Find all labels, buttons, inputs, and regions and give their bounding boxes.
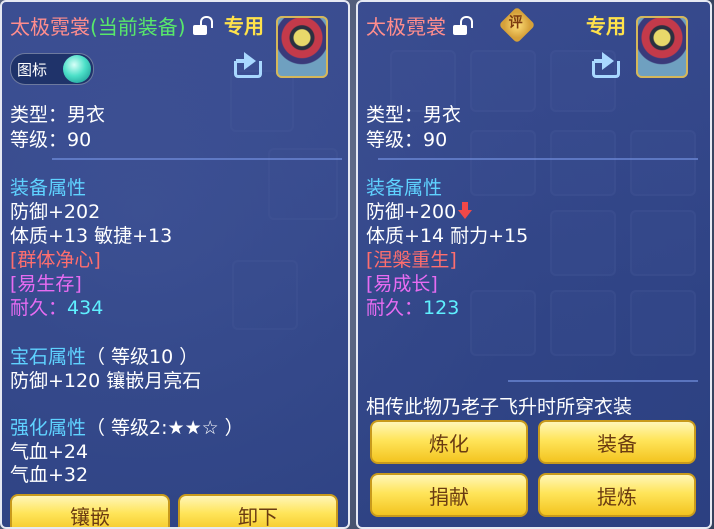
item-type: 类型：男衣 xyxy=(10,104,106,126)
durability-value: 123 xyxy=(423,297,460,319)
special-effect: [涅槃重生] xyxy=(366,249,457,271)
enhance-hp-2: 气血+32 xyxy=(10,464,89,486)
item-name: 太极霓裳 xyxy=(10,15,90,39)
unequip-button[interactable]: 卸下 xyxy=(178,494,338,527)
review-badge-label: 评 xyxy=(508,15,523,32)
extract-button[interactable]: 提炼 xyxy=(538,473,696,517)
review-badge-icon[interactable]: 评 xyxy=(498,6,536,44)
special-trait: [易生存] xyxy=(10,273,82,295)
refine-button[interactable]: 炼化 xyxy=(370,420,528,464)
current-equipment-panel: 太极霓裳 (当前装备) 专用 图标 类型：男衣 等级：90 装备属性 防御+20… xyxy=(0,0,350,529)
item-icon xyxy=(636,16,688,78)
divider xyxy=(508,380,698,382)
item-title: 太极霓裳 xyxy=(366,11,473,40)
unlock-icon[interactable] xyxy=(452,15,473,36)
item-description: 相传此物乃老子飞升时所穿衣装 xyxy=(366,396,633,418)
durability: 耐久：123 xyxy=(366,293,459,320)
enhance-attr-header: 强化属性 xyxy=(10,417,87,439)
toggle-knob xyxy=(63,55,91,83)
durability-label: 耐久： xyxy=(366,297,424,319)
durability-value: 434 xyxy=(67,297,104,319)
item-title: 太极霓裳 (当前装备) xyxy=(10,11,213,40)
unlock-icon[interactable] xyxy=(192,15,213,36)
item-name: 太极霓裳 xyxy=(366,15,446,39)
defense-stat: 防御+200 xyxy=(366,197,473,224)
compare-item-panel: 太极霓裳 评 专用 类型：男衣 等级：90 装备属性 防御+200 体质+14 … xyxy=(356,0,712,529)
item-level: 等级：90 xyxy=(366,129,448,151)
durability-label: 耐久： xyxy=(10,297,68,319)
special-effect: [群体净心] xyxy=(10,249,101,271)
gem-attr-header: 宝石属性 xyxy=(10,346,87,368)
attribute-stats: 体质+14 耐力+15 xyxy=(366,225,529,247)
special-trait: [易成长] xyxy=(366,273,438,295)
defense-value: 防御+200 xyxy=(366,201,457,223)
donate-button[interactable]: 捐献 xyxy=(370,473,528,517)
equip-attr-header: 装备属性 xyxy=(366,177,443,199)
enhance-attr-row: 强化属性（ 等级2:★★☆ ） xyxy=(10,413,244,440)
share-icon[interactable] xyxy=(592,52,622,78)
gem-stat: 防御+120 镶嵌月亮石 xyxy=(10,370,202,392)
item-level: 等级：90 xyxy=(10,129,92,151)
exclusive-label: 专用 xyxy=(224,14,264,38)
item-type: 类型：男衣 xyxy=(366,104,462,126)
defense-stat: 防御+202 xyxy=(10,201,101,223)
decrease-arrow-icon xyxy=(458,202,473,220)
enhance-level: （ 等级2:★★☆ ） xyxy=(86,417,244,439)
gem-level: （ 等级10 ） xyxy=(86,346,199,368)
item-icon xyxy=(276,16,328,78)
exclusive-label: 专用 xyxy=(586,14,626,38)
equip-attr-header: 装备属性 xyxy=(10,177,87,199)
attribute-stats: 体质+13 敏捷+13 xyxy=(10,225,173,247)
divider xyxy=(378,158,698,160)
equip-button[interactable]: 装备 xyxy=(538,420,696,464)
current-equipped-tag: (当前装备) xyxy=(90,15,186,39)
icon-toggle-label: 图标 xyxy=(17,61,48,79)
inlay-button[interactable]: 镶嵌 xyxy=(10,494,170,527)
durability: 耐久：434 xyxy=(10,293,103,320)
share-icon[interactable] xyxy=(234,52,264,78)
gem-attr-row: 宝石属性（ 等级10 ） xyxy=(10,342,198,369)
divider xyxy=(52,158,342,160)
icon-toggle[interactable]: 图标 xyxy=(10,53,94,85)
